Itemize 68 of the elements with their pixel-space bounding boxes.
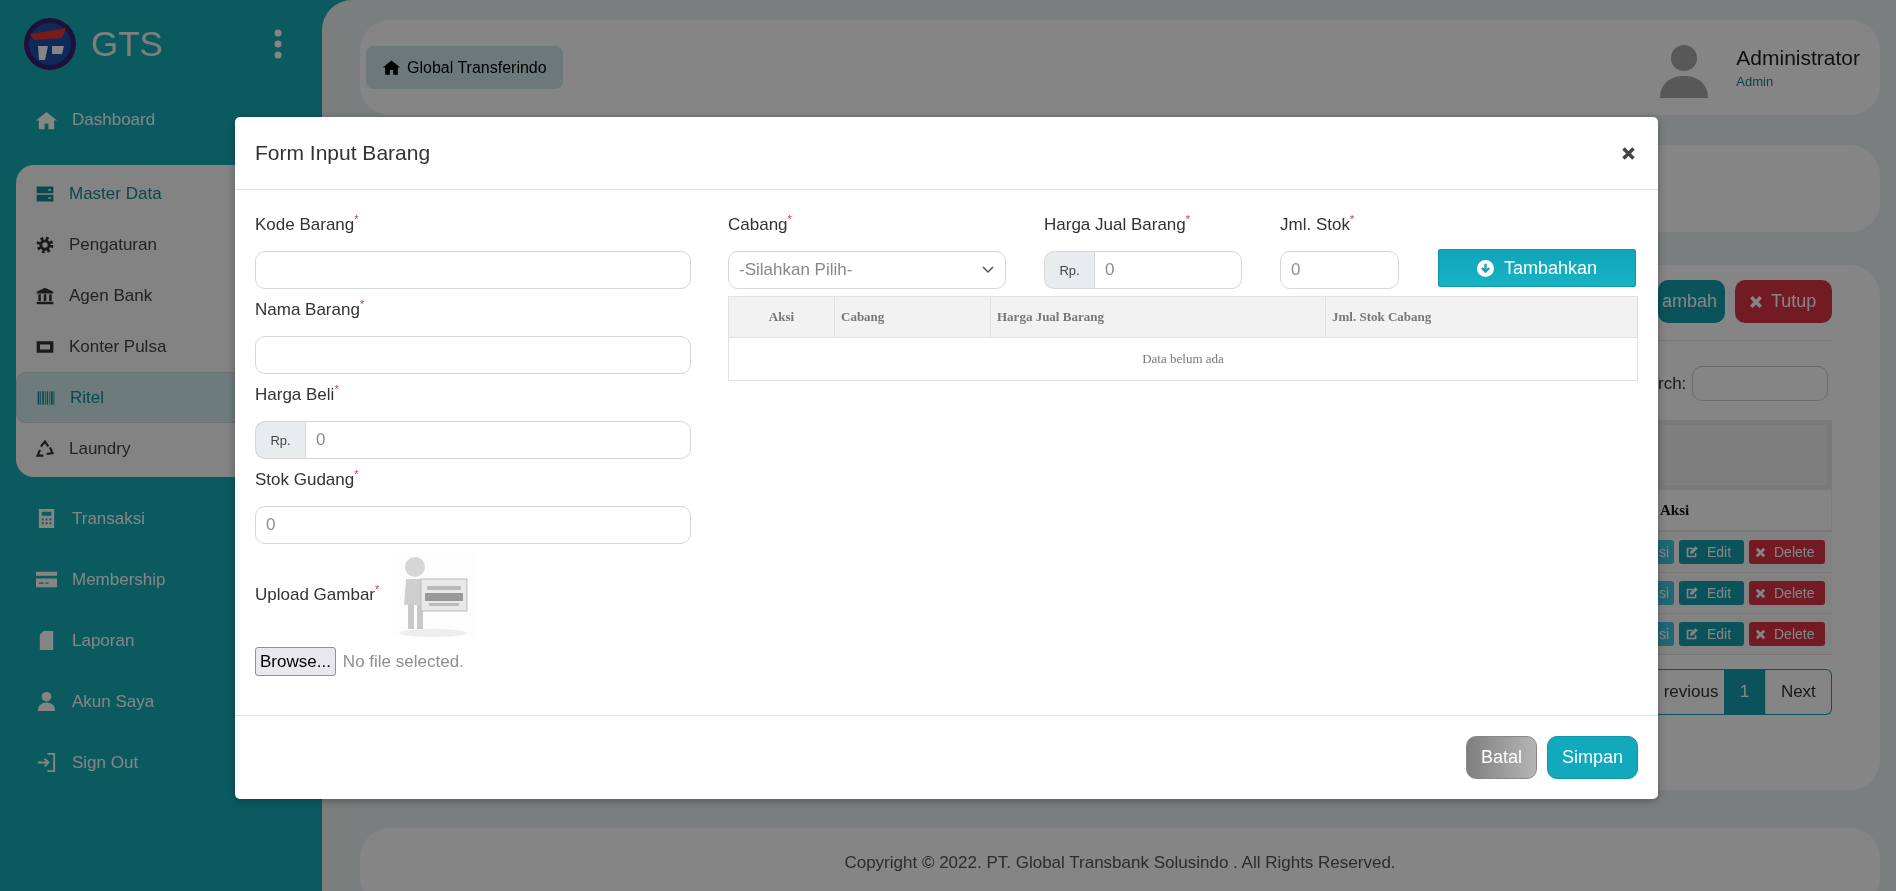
- field-label: Harga Jual Barang$^{*}$: [1044, 214, 1192, 236]
- recycle-icon: [35, 438, 55, 459]
- column-header: Cabang: [834, 296, 991, 338]
- currency-prefix: Rp.: [255, 421, 305, 459]
- close-icon: [1755, 546, 1766, 558]
- bank-icon: [35, 285, 55, 306]
- action-button[interactable]: si: [1658, 622, 1674, 646]
- input-field[interactable]: 0: [255, 506, 691, 544]
- user-icon: [35, 690, 58, 713]
- field-label: Nama Barang$^{*}$: [255, 299, 366, 321]
- add-button[interactable]: ambah: [1658, 280, 1725, 323]
- input-field[interactable]: 0: [305, 421, 691, 459]
- sidebar-item[interactable]: Sign Out: [0, 732, 322, 793]
- close-icon[interactable]: [1621, 145, 1636, 161]
- edit-icon: [1685, 545, 1699, 559]
- action-button[interactable]: si: [1658, 581, 1674, 605]
- page-link[interactable]: Next: [1764, 670, 1831, 714]
- user-role: Admin: [1736, 74, 1775, 89]
- page-link[interactable]: 1: [1724, 670, 1765, 714]
- action-button[interactable]: si: [1658, 540, 1674, 564]
- delete-button[interactable]: Delete: [1749, 581, 1825, 605]
- field-label: Upload Gambar$^{*}$: [255, 584, 380, 606]
- sign-in-icon: [35, 751, 58, 774]
- close-button[interactable]: Tutup: [1735, 280, 1832, 323]
- modal-title: Form Input Barang: [255, 141, 431, 165]
- kebab-menu-icon[interactable]: [274, 29, 282, 59]
- currency-prefix: Rp.: [1044, 251, 1094, 289]
- logo-icon: [22, 16, 78, 72]
- column-header: Aksi: [1660, 501, 1690, 519]
- search-field[interactable]: [1692, 366, 1829, 401]
- column-header: Harga Jual Barang: [990, 296, 1326, 338]
- add-button[interactable]: Tambahkan: [1438, 249, 1636, 287]
- delete-button[interactable]: Delete: [1749, 622, 1825, 646]
- edit-button[interactable]: Edit: [1679, 540, 1744, 564]
- copyright-text: Copyright © 2022. PT. Global Transbank Solusindo . All Rights Reserved.: [844, 853, 1396, 874]
- input-field[interactable]: 0: [1280, 251, 1399, 289]
- input-field[interactable]: [255, 251, 691, 289]
- close-icon: [1755, 587, 1766, 599]
- select-field[interactable]: -Silahkan Pilih-: [728, 251, 1006, 289]
- field-label: Stok Gudang$^{*}$: [255, 469, 360, 491]
- close-icon: [1755, 628, 1766, 640]
- gear-icon: [35, 234, 55, 255]
- edit-button[interactable]: Edit: [1679, 622, 1744, 646]
- column-header: Aksi: [728, 296, 835, 338]
- arrow-down-circle-icon: [1476, 259, 1494, 277]
- close-icon: [1749, 294, 1763, 309]
- page-link[interactable]: revious: [1658, 670, 1725, 714]
- brand-name: GTS: [91, 24, 163, 64]
- field-label: Jml. Stok$^{*}$: [1280, 214, 1356, 236]
- search-label: rch:: [1658, 373, 1687, 394]
- column-header: Jml. Stok Cabang: [1325, 296, 1638, 338]
- edit-icon: [1685, 627, 1699, 641]
- empty-table-message: Data belum ada: [728, 337, 1638, 381]
- save-button[interactable]: Simpan: [1547, 736, 1638, 779]
- user-name: Administrator: [1736, 46, 1860, 70]
- input-field[interactable]: [255, 336, 691, 374]
- edit-icon: [1685, 586, 1699, 600]
- breadcrumb-button[interactable]: Global Transferindo: [366, 46, 563, 89]
- home-icon: [382, 58, 401, 77]
- chevron-down-icon: [981, 265, 995, 275]
- sidebar-item[interactable]: Konter Pulsa: [16, 321, 322, 372]
- input-field[interactable]: 0: [1094, 251, 1242, 289]
- file-status: No file selected.: [342, 651, 464, 672]
- browse-button[interactable]: Browse...: [255, 647, 336, 676]
- edit-button[interactable]: Edit: [1679, 581, 1744, 605]
- field-label: Cabang$^{*}$: [728, 214, 793, 236]
- delete-button[interactable]: Delete: [1749, 540, 1825, 564]
- cancel-button[interactable]: Batal: [1466, 736, 1537, 779]
